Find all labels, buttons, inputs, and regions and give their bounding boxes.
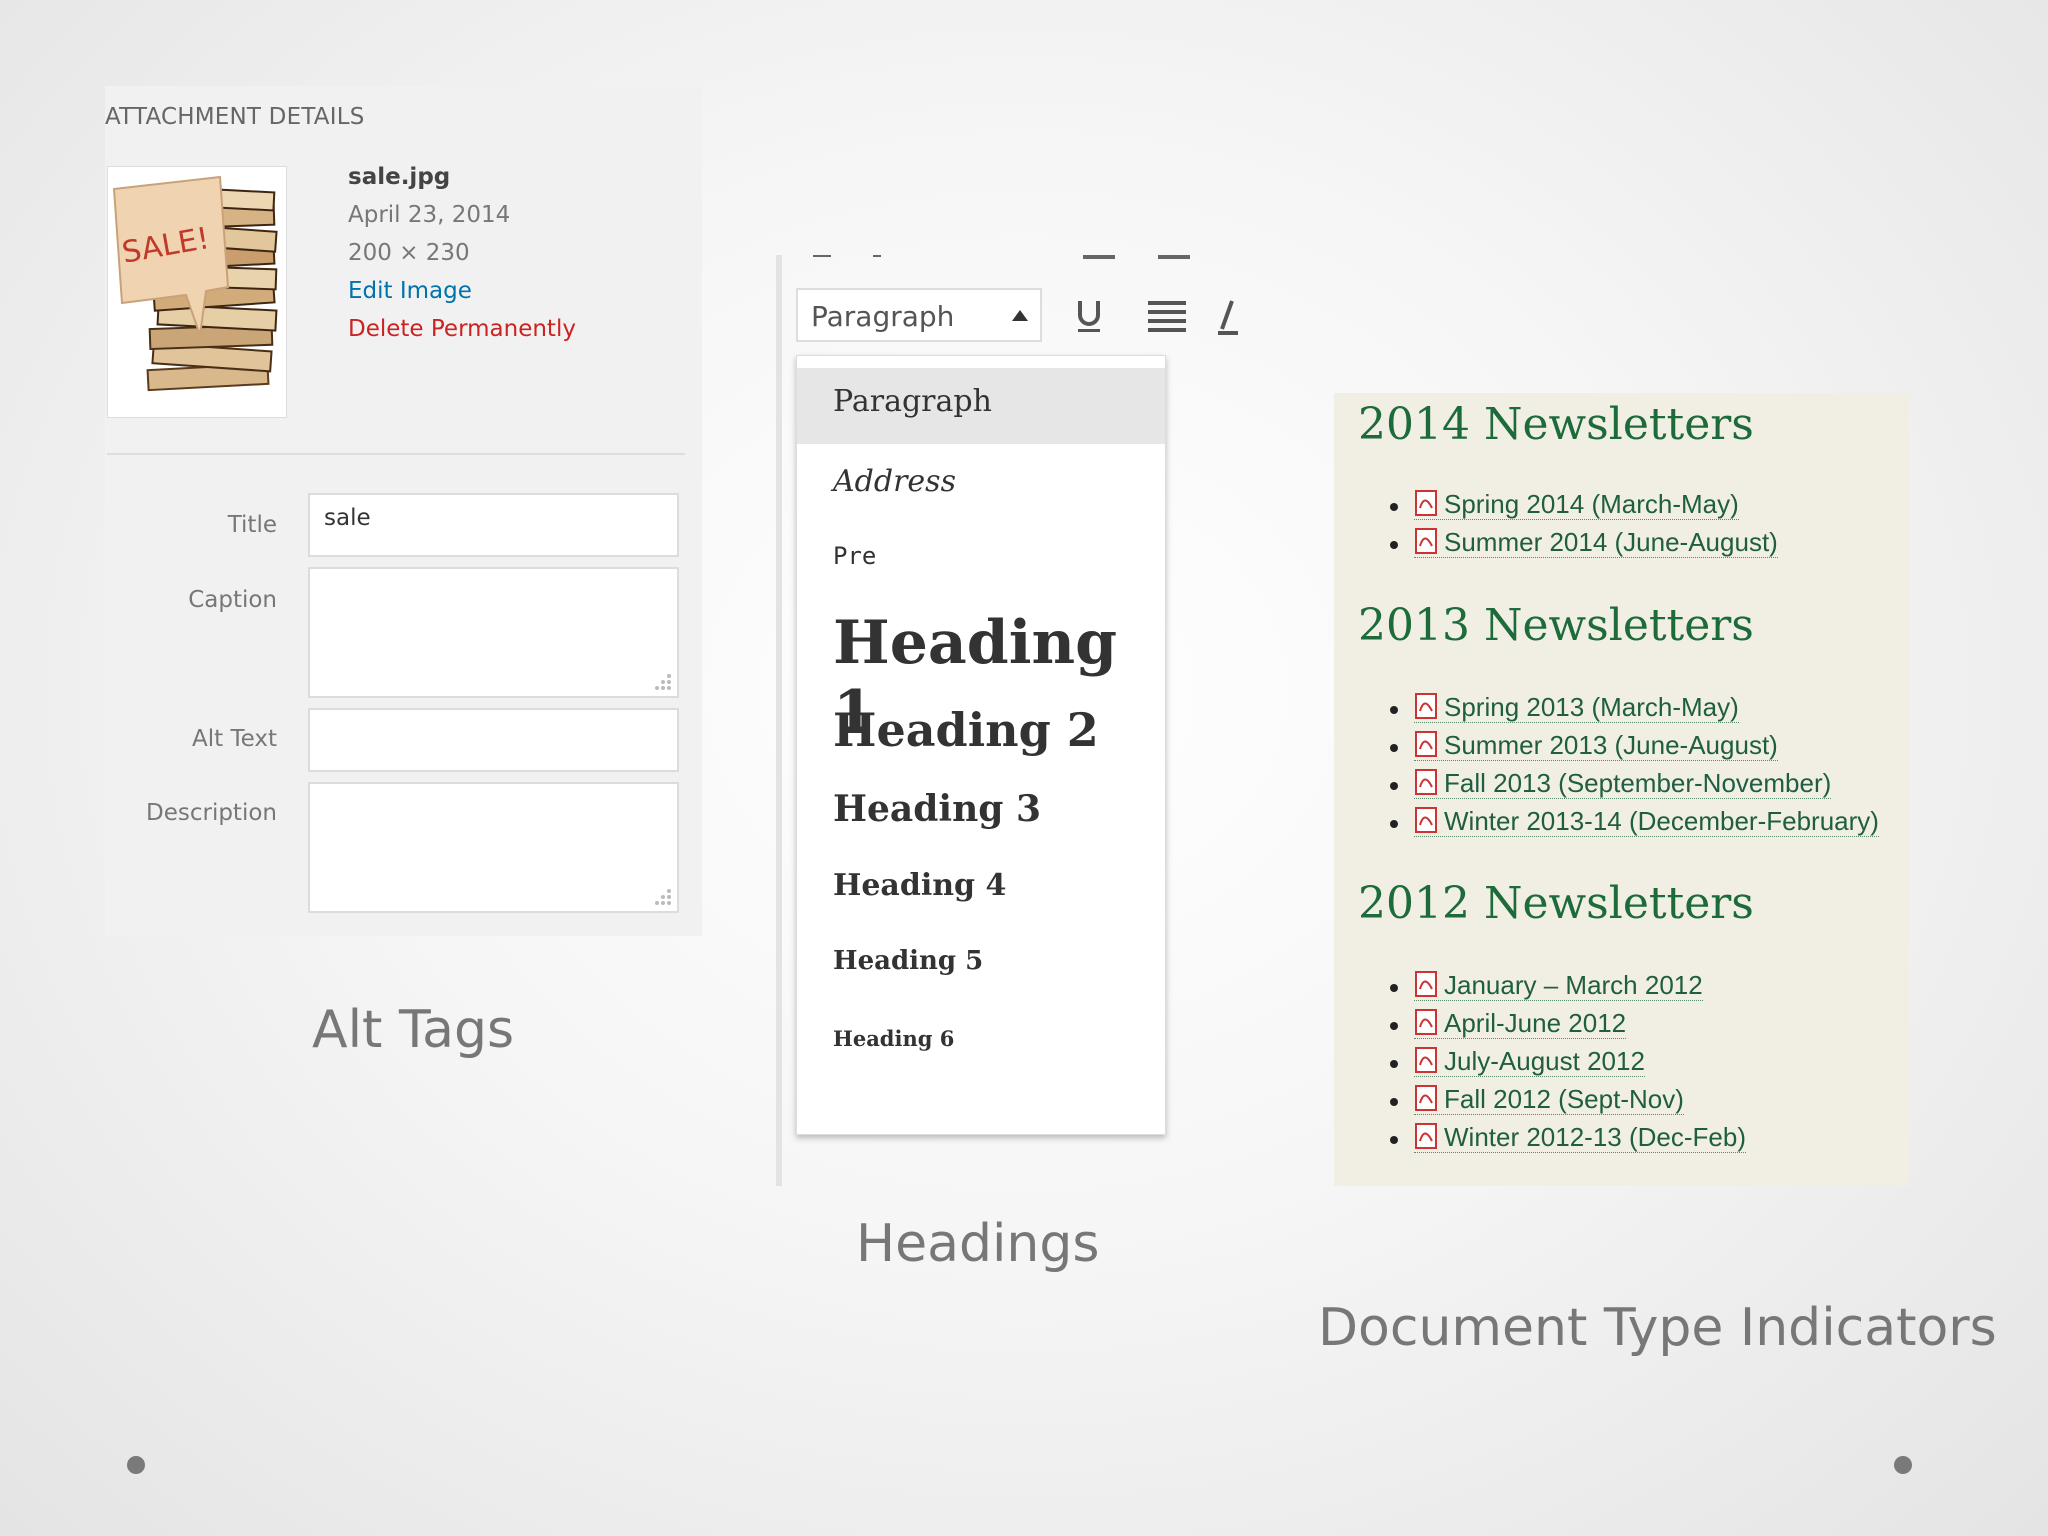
pdf-icon [1415, 731, 1437, 758]
format-select[interactable]: Paragraph [796, 288, 1042, 342]
newsletter-link[interactable]: Winter 2012-13 (Dec-Feb) [1414, 1122, 1746, 1154]
newsletter-link[interactable]: April-June 2012 [1414, 1008, 1627, 1040]
pdf-icon [1415, 1123, 1437, 1150]
newsletter-link[interactable]: Summer 2014 (June-August) [1414, 527, 1778, 559]
newsletter-link[interactable]: Summer 2013 (June-August) [1414, 730, 1778, 762]
menu-item-heading-5[interactable]: Heading 5 [797, 946, 1165, 986]
bullet [1390, 1022, 1398, 1030]
headings-caption: Headings [856, 1214, 1100, 1274]
format-dropdown-menu: Paragraph Address Pre Heading 1 Heading … [796, 355, 1166, 1135]
section-heading-2014: 2014 Newsletters [1358, 399, 1754, 450]
attachment-meta: sale.jpg April 23, 2014 200 × 230 Edit I… [348, 158, 576, 348]
bullet [1390, 1136, 1398, 1144]
alt-text-label: Alt Text [192, 726, 277, 752]
attachment-details-panel: ATTACHMENT DETAILS SALE! sale.jpg April [105, 86, 702, 936]
pdf-icon [1415, 769, 1437, 796]
newsletter-link[interactable]: Winter 2013-14 (December-February) [1414, 806, 1879, 838]
underline-icon[interactable] [1074, 297, 1104, 335]
image-dimensions: 200 × 230 [348, 240, 470, 266]
menu-item-paragraph[interactable]: Paragraph [797, 368, 1165, 444]
text-color-icon[interactable] [1218, 297, 1238, 337]
caption-textarea[interactable] [308, 567, 679, 698]
newsletter-link[interactable]: Spring 2014 (March-May) [1414, 489, 1739, 521]
alt-tags-caption: Alt Tags [312, 1000, 515, 1060]
caret-up-icon [1012, 310, 1028, 321]
toolbar-cut-off-icons [813, 255, 1190, 259]
menu-item-heading-6[interactable]: Heading 6 [797, 1026, 1165, 1062]
attachment-details-header: ATTACHMENT DETAILS [105, 104, 365, 130]
menu-item-address[interactable]: Address [797, 456, 1165, 516]
newsletter-link[interactable]: Fall 2013 (September-November) [1414, 768, 1832, 800]
newsletter-link[interactable]: Fall 2012 (Sept-Nov) [1414, 1084, 1684, 1116]
document-type-indicators-caption: Document Type Indicators [1318, 1298, 1997, 1358]
newsletter-link[interactable]: July-August 2012 [1414, 1046, 1645, 1078]
books-sale-image: SALE! [112, 175, 278, 392]
section-heading-2013: 2013 Newsletters [1358, 600, 1754, 651]
resize-grip-icon[interactable] [651, 670, 673, 692]
bullet [1390, 541, 1398, 549]
title-input[interactable]: sale [308, 493, 679, 557]
menu-item-heading-1[interactable]: Heading 1 [797, 608, 1165, 748]
menu-item-pre[interactable]: Pre [797, 534, 1165, 584]
title-label: Title [227, 512, 277, 538]
editor-left-border [776, 255, 782, 1186]
pdf-icon [1415, 807, 1437, 834]
attachment-thumbnail[interactable]: SALE! [107, 166, 287, 418]
section-heading-2012: 2012 Newsletters [1358, 878, 1754, 929]
pdf-icon [1415, 1009, 1437, 1036]
description-textarea[interactable] [308, 782, 679, 913]
menu-item-heading-3[interactable]: Heading 3 [797, 788, 1165, 838]
slide-bullet-dot [1894, 1456, 1912, 1474]
alt-text-input[interactable] [308, 708, 679, 772]
pdf-icon [1415, 490, 1437, 517]
newsletter-link[interactable]: January – March 2012 [1414, 970, 1703, 1002]
format-select-value: Paragraph [811, 300, 955, 333]
bullet [1390, 782, 1398, 790]
menu-item-heading-4[interactable]: Heading 4 [797, 868, 1165, 912]
bullet [1390, 503, 1398, 511]
bullet [1390, 820, 1398, 828]
description-label: Description [146, 800, 277, 826]
pdf-icon [1415, 1047, 1437, 1074]
bullet [1390, 1098, 1398, 1106]
justify-icon[interactable] [1146, 297, 1188, 335]
pdf-icon [1415, 1085, 1437, 1112]
pdf-icon [1415, 528, 1437, 555]
slide-bullet-dot [127, 1456, 145, 1474]
edit-image-link[interactable]: Edit Image [348, 272, 576, 310]
pdf-icon [1415, 971, 1437, 998]
bullet [1390, 744, 1398, 752]
upload-date: April 23, 2014 [348, 202, 511, 228]
bullet [1390, 1060, 1398, 1068]
divider [107, 453, 685, 455]
bullet [1390, 706, 1398, 714]
newsletters-panel: 2014 Newsletters Spring 2014 (March-May)… [1334, 393, 1909, 1186]
bullet [1390, 984, 1398, 992]
delete-permanently-link[interactable]: Delete Permanently [348, 310, 576, 348]
headings-editor-mock: Paragraph Paragraph Address Pre Heading … [768, 255, 1238, 1186]
resize-grip-icon[interactable] [651, 885, 673, 907]
pdf-icon [1415, 693, 1437, 720]
file-name: sale.jpg [348, 164, 451, 190]
newsletter-link[interactable]: Spring 2013 (March-May) [1414, 692, 1739, 724]
menu-item-heading-2[interactable]: Heading 2 [797, 703, 1165, 763]
caption-label: Caption [188, 587, 277, 613]
